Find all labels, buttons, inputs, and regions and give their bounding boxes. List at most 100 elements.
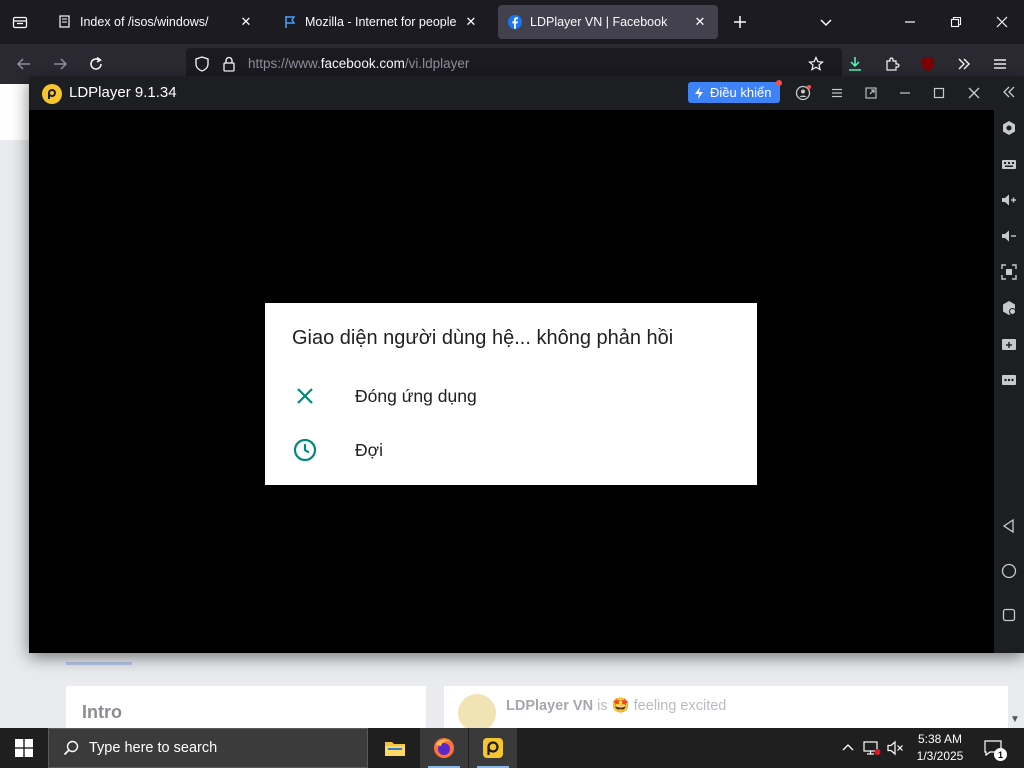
- notification-count-badge: 1: [994, 748, 1007, 761]
- hamburger-menu-icon: [994, 59, 1006, 69]
- url-host: facebook.com: [320, 56, 405, 71]
- circle-home-icon: [1001, 563, 1017, 579]
- post-header: LDPlayer VN is 🤩 feeling excited: [506, 697, 726, 714]
- tab-title: Mozilla - Internet for people, no: [305, 15, 457, 29]
- puzzle-piece-icon: [886, 57, 900, 71]
- system-clock[interactable]: 5:38 AM 1/3/2025: [905, 731, 975, 765]
- lightning-icon: [695, 86, 703, 99]
- close-app-label: Đóng ứng dụng: [355, 385, 477, 406]
- install-apk-button[interactable]: [1000, 299, 1018, 317]
- volume-up-button[interactable]: [1000, 191, 1018, 209]
- volume-down-button[interactable]: [1000, 227, 1018, 245]
- add-shared-folder-button[interactable]: [1000, 335, 1018, 353]
- post-feeling: is 🤩 feeling excited: [593, 698, 727, 714]
- more-options-button[interactable]: [1000, 371, 1018, 389]
- ld-close-button[interactable]: [965, 84, 983, 102]
- arrow-left-icon: [16, 58, 30, 70]
- close-icon: [996, 16, 1008, 28]
- post-author[interactable]: LDPlayer VN: [506, 698, 593, 714]
- clock-date: 1/3/2025: [916, 749, 964, 763]
- firefox-taskbar-button[interactable]: [420, 728, 468, 768]
- padlock-icon[interactable]: [222, 56, 236, 77]
- file-explorer-taskbar-button[interactable]: [371, 728, 419, 768]
- minimize-button[interactable]: [888, 0, 932, 44]
- collapse-sidebar-button[interactable]: [1000, 83, 1018, 101]
- double-chevron-right-icon: [958, 58, 970, 70]
- arrow-right-icon: [54, 58, 68, 70]
- download-arrow-icon: [849, 57, 861, 71]
- url-prefix: https://www.: [248, 56, 321, 71]
- intro-heading: Intro: [82, 702, 122, 722]
- screenshot-button[interactable]: [1000, 263, 1018, 281]
- keyboard-mapping-button[interactable]: [1000, 155, 1018, 173]
- tab-close-icon[interactable]: ✕: [692, 14, 708, 30]
- scroll-down-arrow-icon[interactable]: ▼: [1008, 712, 1022, 726]
- ldplayer-title: LDPlayer 9.1.34: [69, 84, 177, 101]
- minimize-icon: [905, 21, 915, 23]
- facebook-nav-card: [0, 84, 30, 140]
- app-not-responding-dialog: Giao diện người dùng hệ... không phản hồ…: [265, 303, 757, 485]
- tab-ldplayer-facebook[interactable]: LDPlayer VN | Facebook ✕: [498, 5, 718, 39]
- ld-minimize-button[interactable]: [896, 84, 914, 102]
- ldplayer-taskbar-button[interactable]: [469, 728, 517, 768]
- chevron-down-icon: [820, 19, 832, 27]
- tab-title: Index of /isos/windows/: [80, 15, 209, 29]
- clock-icon: [291, 436, 319, 464]
- taskbar-search-box[interactable]: Type here to search: [48, 728, 368, 768]
- maximize-icon: [933, 87, 945, 99]
- ldplayer-titlebar: LDPlayer 9.1.34 Điều khiển: [29, 76, 1024, 110]
- account-button[interactable]: [794, 84, 812, 102]
- screenshot-icon: [1001, 264, 1017, 280]
- close-app-option[interactable]: Đóng ứng dụng: [265, 371, 757, 421]
- restore-icon: [950, 16, 962, 28]
- control-button[interactable]: Điều khiển: [688, 80, 782, 103]
- ld-menu-button[interactable]: [828, 84, 846, 102]
- show-hidden-icons-button[interactable]: [838, 738, 858, 758]
- volume-button[interactable]: [886, 738, 906, 758]
- windows-taskbar: Type here to search 5:38 AM 1/3/2025 1: [0, 728, 1024, 768]
- ldplayer-sidebar: [994, 76, 1024, 653]
- square-recents-icon: [1002, 608, 1016, 622]
- more-dots-icon: [1002, 375, 1016, 385]
- firefox-icon: [434, 738, 454, 758]
- keyboard-icon: [1002, 160, 1016, 169]
- tab-mozilla[interactable]: Mozilla - Internet for people, no ✕: [273, 5, 489, 39]
- ld-pip-button[interactable]: [862, 84, 880, 102]
- list-all-tabs-button[interactable]: [0, 0, 40, 44]
- folder-icon: [385, 742, 405, 756]
- network-status-button[interactable]: [862, 738, 882, 758]
- page-avatar[interactable]: [458, 694, 496, 732]
- android-back-button[interactable]: [1000, 517, 1018, 535]
- volume-up-icon: [1002, 194, 1016, 206]
- url-text[interactable]: https://www.facebook.com/vi.ldplayer: [248, 56, 469, 71]
- tab-close-icon[interactable]: ✕: [463, 14, 479, 30]
- plus-icon: [734, 16, 746, 28]
- new-tab-button[interactable]: [718, 0, 762, 44]
- add-window-icon: [1002, 339, 1016, 350]
- dialog-title: Giao diện người dùng hệ... không phản hồ…: [292, 327, 674, 349]
- android-home-button[interactable]: [1000, 562, 1018, 580]
- facebook-icon: [508, 15, 522, 29]
- tab-index-isos[interactable]: Index of /isos/windows/ ✕: [48, 5, 264, 39]
- windows-logo-icon: [15, 739, 33, 757]
- tab-title: LDPlayer VN | Facebook: [530, 15, 668, 29]
- clock-time: 5:38 AM: [917, 732, 963, 746]
- tracking-protection-shield-icon[interactable]: [194, 56, 210, 77]
- android-recents-button[interactable]: [1000, 606, 1018, 624]
- close-window-button[interactable]: [980, 0, 1024, 44]
- window-resize-icon: [865, 87, 877, 99]
- tab-close-icon[interactable]: ✕: [238, 14, 254, 30]
- start-button[interactable]: [0, 728, 48, 768]
- speaker-muted-icon: [887, 740, 903, 756]
- notification-center-button[interactable]: 1: [982, 738, 1007, 761]
- ld-maximize-button[interactable]: [930, 84, 948, 102]
- wait-option[interactable]: Đợi: [265, 425, 757, 475]
- tab-list-icon: [12, 16, 28, 29]
- active-tab-underline: [66, 662, 132, 665]
- mozilla-flag-icon: [283, 15, 297, 29]
- tab-overflow-dropdown[interactable]: [804, 0, 848, 44]
- double-chevron-left-icon: [1003, 86, 1015, 98]
- restore-button[interactable]: [934, 0, 978, 44]
- multi-instance-button[interactable]: [1000, 119, 1018, 137]
- search-placeholder: Type here to search: [89, 740, 218, 756]
